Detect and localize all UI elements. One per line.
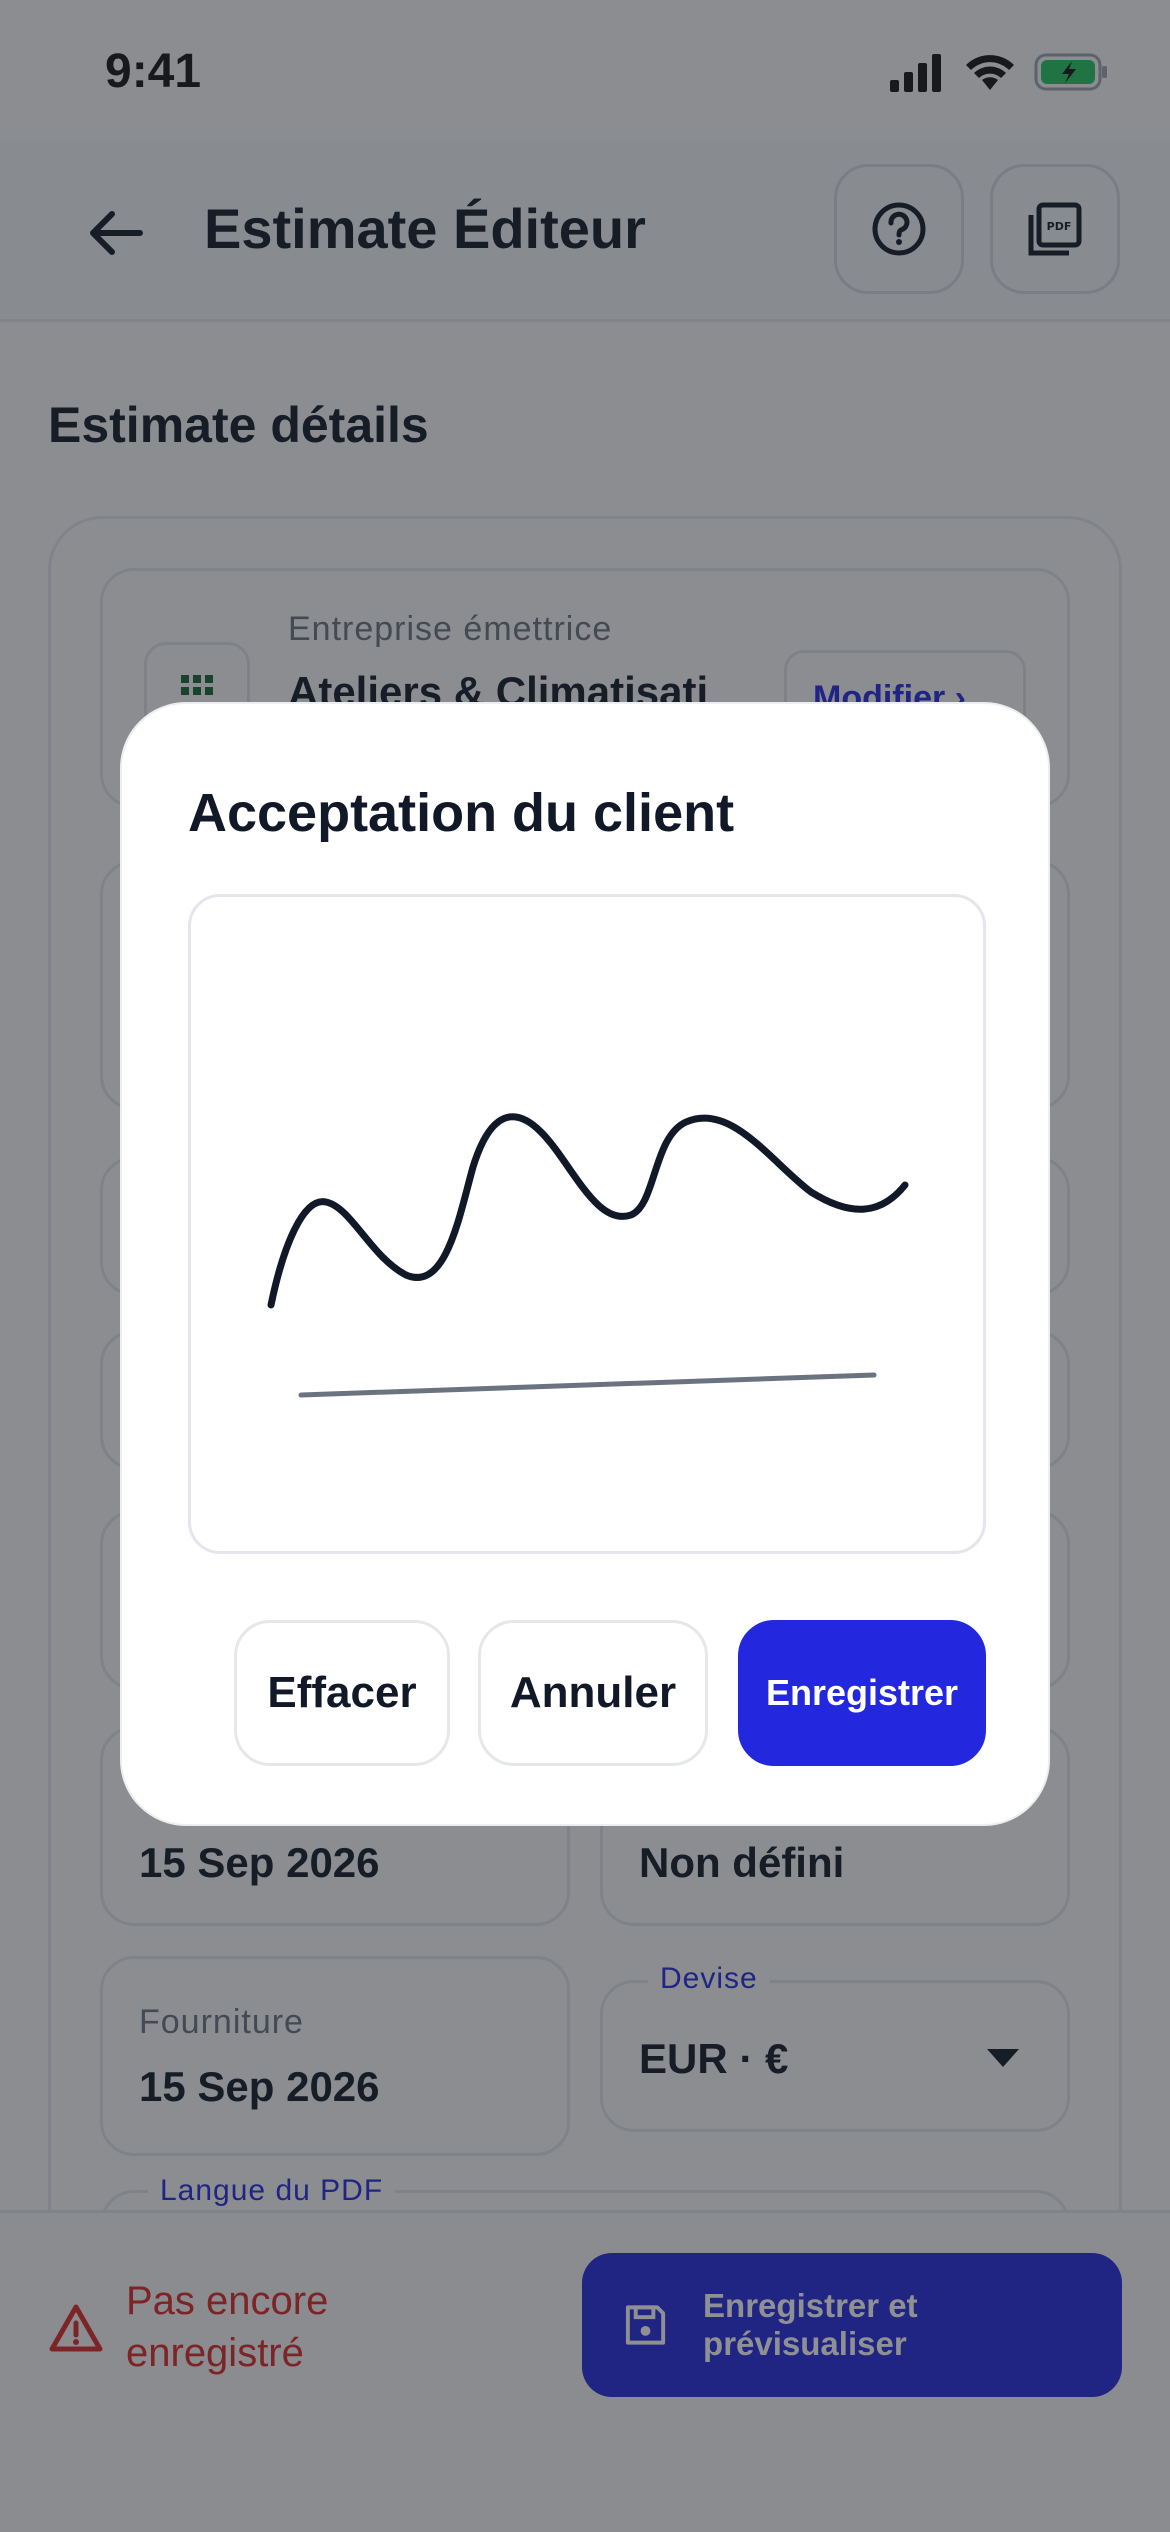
save-signature-button[interactable]: Enregistrer: [738, 1620, 986, 1766]
clear-button[interactable]: Effacer: [234, 1620, 450, 1766]
signature-dialog: Acceptation du client Effacer Annuler En…: [120, 702, 1050, 1826]
cancel-button[interactable]: Annuler: [478, 1620, 708, 1766]
dialog-title: Acceptation du client: [188, 783, 735, 843]
save-label: Enregistrer: [765, 1672, 959, 1713]
clear-label: Effacer: [267, 1668, 417, 1717]
signature-pad[interactable]: [188, 894, 986, 1554]
signature-stroke: [267, 1113, 909, 1398]
cancel-label: Annuler: [509, 1668, 677, 1717]
